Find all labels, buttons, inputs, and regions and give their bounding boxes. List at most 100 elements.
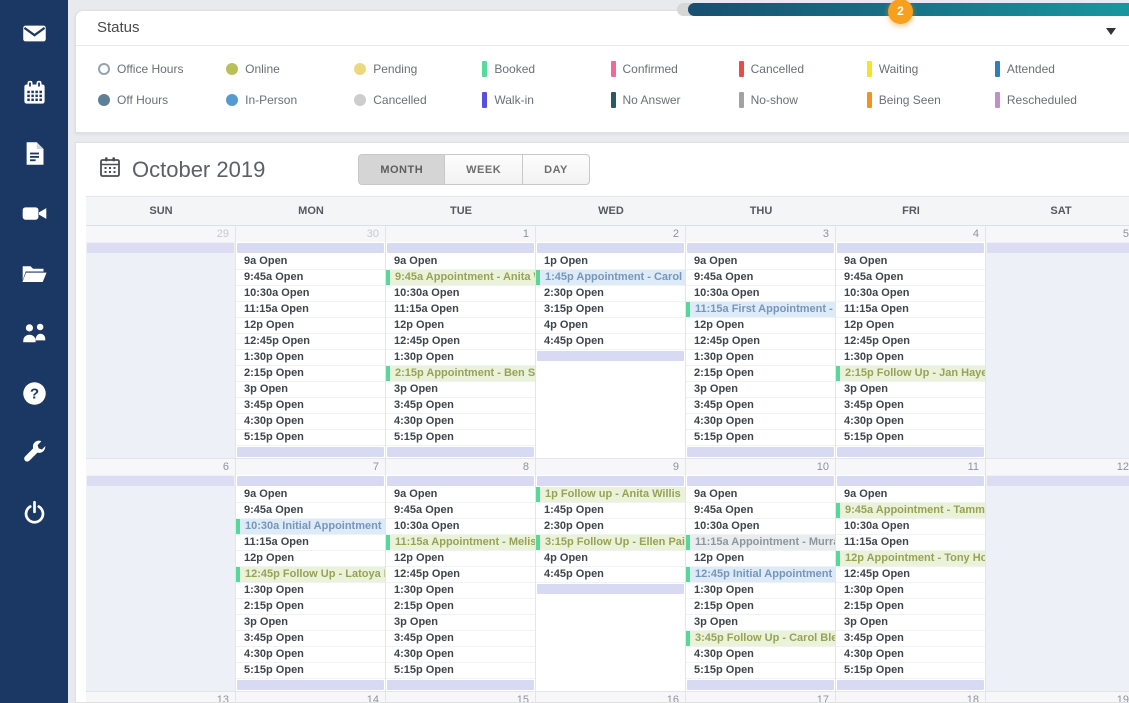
- time-slot-open[interactable]: 2:15p Open: [836, 599, 985, 615]
- time-slot-open[interactable]: 5:15p Open: [836, 663, 985, 679]
- time-slot-open[interactable]: 9a Open: [386, 254, 535, 270]
- appointment[interactable]: 12p Appointment - Tony Howe: [836, 551, 985, 567]
- time-slot-open[interactable]: 9a Open: [836, 254, 985, 270]
- time-slot-open[interactable]: 9a Open: [236, 487, 385, 503]
- time-slot-open[interactable]: 3p Open: [236, 382, 385, 398]
- time-slot-open[interactable]: 4:30p Open: [236, 647, 385, 663]
- time-slot-open[interactable]: 3p Open: [386, 382, 535, 398]
- sidebar-item-help[interactable]: ?: [0, 366, 68, 426]
- time-slot-open[interactable]: 4p Open: [536, 551, 685, 567]
- time-slot-open[interactable]: 12p Open: [386, 551, 535, 567]
- time-slot-open[interactable]: 10:30a Open: [686, 519, 835, 535]
- time-slot-open[interactable]: 2:15p Open: [236, 599, 385, 615]
- time-slot-open[interactable]: 3:45p Open: [386, 631, 535, 647]
- time-slot-open[interactable]: 12:45p Open: [836, 334, 985, 350]
- time-slot-open[interactable]: 5:15p Open: [236, 430, 385, 446]
- time-slot-open[interactable]: 2:15p Open: [686, 599, 835, 615]
- time-slot-open[interactable]: 10:30a Open: [686, 286, 835, 302]
- notification-badge[interactable]: 2: [888, 0, 913, 24]
- sidebar-item-files[interactable]: [0, 246, 68, 306]
- sidebar-item-patients[interactable]: [0, 306, 68, 366]
- time-slot-open[interactable]: 1:30p Open: [236, 583, 385, 599]
- time-slot-open[interactable]: 3p Open: [386, 615, 535, 631]
- appointment[interactable]: 12:45p Initial Appointment - M: [686, 567, 835, 583]
- time-slot-open[interactable]: 9a Open: [686, 487, 835, 503]
- appointment[interactable]: 10:30a Initial Appointment - Jc: [236, 519, 385, 535]
- time-slot-open[interactable]: 12:45p Open: [386, 334, 535, 350]
- time-slot-open[interactable]: 10:30a Open: [836, 286, 985, 302]
- appointment[interactable]: 9:45a Appointment - Anita Will: [386, 270, 535, 286]
- time-slot-open[interactable]: 1:30p Open: [836, 350, 985, 366]
- time-slot-open[interactable]: 5:15p Open: [686, 430, 835, 446]
- time-slot-open[interactable]: 1:30p Open: [386, 583, 535, 599]
- time-slot-open[interactable]: 12:45p Open: [386, 567, 535, 583]
- appointment[interactable]: 9:45a Appointment - Tammy E: [836, 503, 985, 519]
- time-slot-open[interactable]: 3:45p Open: [386, 398, 535, 414]
- time-slot-open[interactable]: 3p Open: [686, 382, 835, 398]
- time-slot-open[interactable]: 4:30p Open: [686, 647, 835, 663]
- sidebar-item-logout[interactable]: [0, 486, 68, 546]
- time-slot-open[interactable]: 4:30p Open: [386, 647, 535, 663]
- time-slot-open[interactable]: 5:15p Open: [836, 430, 985, 446]
- time-slot-open[interactable]: 11:15a Open: [236, 302, 385, 318]
- time-slot-open[interactable]: 3p Open: [686, 615, 835, 631]
- appointment[interactable]: 2:15p Appointment - Ben Sure: [386, 366, 535, 382]
- appointment[interactable]: 1:45p Appointment - Carol Ble: [536, 270, 685, 286]
- time-slot-open[interactable]: 11:15a Open: [236, 535, 385, 551]
- time-slot-open[interactable]: 12p Open: [836, 318, 985, 334]
- time-slot-open[interactable]: 9:45a Open: [686, 270, 835, 286]
- time-slot-open[interactable]: 4:30p Open: [836, 647, 985, 663]
- time-slot-open[interactable]: 9:45a Open: [386, 503, 535, 519]
- sidebar-item-documents[interactable]: [0, 126, 68, 186]
- sidebar-item-messages[interactable]: [0, 6, 68, 66]
- sidebar-item-calendar[interactable]: [0, 66, 68, 126]
- time-slot-open[interactable]: 12p Open: [236, 318, 385, 334]
- appointment[interactable]: 11:15a Appointment - Murray F: [686, 535, 835, 551]
- time-slot-open[interactable]: 1:30p Open: [686, 583, 835, 599]
- time-slot-open[interactable]: 2:30p Open: [536, 519, 685, 535]
- time-slot-open[interactable]: 11:15a Open: [836, 535, 985, 551]
- sidebar-item-video[interactable]: [0, 186, 68, 246]
- appointment[interactable]: 12:45p Follow Up - Latoya Ritz: [236, 567, 385, 583]
- time-slot-open[interactable]: 4:30p Open: [236, 414, 385, 430]
- time-slot-open[interactable]: 11:15a Open: [386, 302, 535, 318]
- time-slot-open[interactable]: 4:30p Open: [386, 414, 535, 430]
- time-slot-open[interactable]: 1:30p Open: [836, 583, 985, 599]
- time-slot-open[interactable]: 4:45p Open: [536, 567, 685, 583]
- time-slot-open[interactable]: 5:15p Open: [236, 663, 385, 679]
- time-slot-open[interactable]: 2:15p Open: [236, 366, 385, 382]
- collapse-caret-icon[interactable]: [1106, 28, 1116, 35]
- view-button-week[interactable]: WEEK: [445, 154, 523, 185]
- appointment[interactable]: 11:15a First Appointment - Elle: [686, 302, 835, 318]
- time-slot-open[interactable]: 3p Open: [236, 615, 385, 631]
- time-slot-open[interactable]: 9a Open: [236, 254, 385, 270]
- time-slot-open[interactable]: 5:15p Open: [386, 663, 535, 679]
- time-slot-open[interactable]: 1:30p Open: [236, 350, 385, 366]
- time-slot-open[interactable]: 2:30p Open: [536, 286, 685, 302]
- time-slot-open[interactable]: 3:45p Open: [836, 631, 985, 647]
- time-slot-open[interactable]: 12:45p Open: [236, 334, 385, 350]
- time-slot-open[interactable]: 3:45p Open: [836, 398, 985, 414]
- appointment[interactable]: 2:15p Follow Up - Jan Hayes: [836, 366, 985, 382]
- time-slot-open[interactable]: 9a Open: [386, 487, 535, 503]
- time-slot-open[interactable]: 12:45p Open: [686, 334, 835, 350]
- time-slot-open[interactable]: 10:30a Open: [236, 286, 385, 302]
- time-slot-open[interactable]: 10:30a Open: [836, 519, 985, 535]
- time-slot-open[interactable]: 1:30p Open: [686, 350, 835, 366]
- time-slot-open[interactable]: 2:15p Open: [386, 599, 535, 615]
- time-slot-open[interactable]: 9:45a Open: [236, 270, 385, 286]
- time-slot-open[interactable]: 3:45p Open: [236, 631, 385, 647]
- time-slot-open[interactable]: 9:45a Open: [836, 270, 985, 286]
- time-slot-open[interactable]: 2:15p Open: [686, 366, 835, 382]
- time-slot-open[interactable]: 3p Open: [836, 382, 985, 398]
- time-slot-open[interactable]: 12p Open: [236, 551, 385, 567]
- time-slot-open[interactable]: 4:45p Open: [536, 334, 685, 350]
- appointment[interactable]: 1p Follow up - Anita Willis: [536, 487, 685, 503]
- time-slot-open[interactable]: 1:45p Open: [536, 503, 685, 519]
- time-slot-open[interactable]: 1:30p Open: [386, 350, 535, 366]
- time-slot-open[interactable]: 12p Open: [686, 318, 835, 334]
- time-slot-open[interactable]: 4:30p Open: [686, 414, 835, 430]
- time-slot-open[interactable]: 12p Open: [386, 318, 535, 334]
- appointment[interactable]: 11:15a Appointment - Melissa: [386, 535, 535, 551]
- time-slot-open[interactable]: 12p Open: [686, 551, 835, 567]
